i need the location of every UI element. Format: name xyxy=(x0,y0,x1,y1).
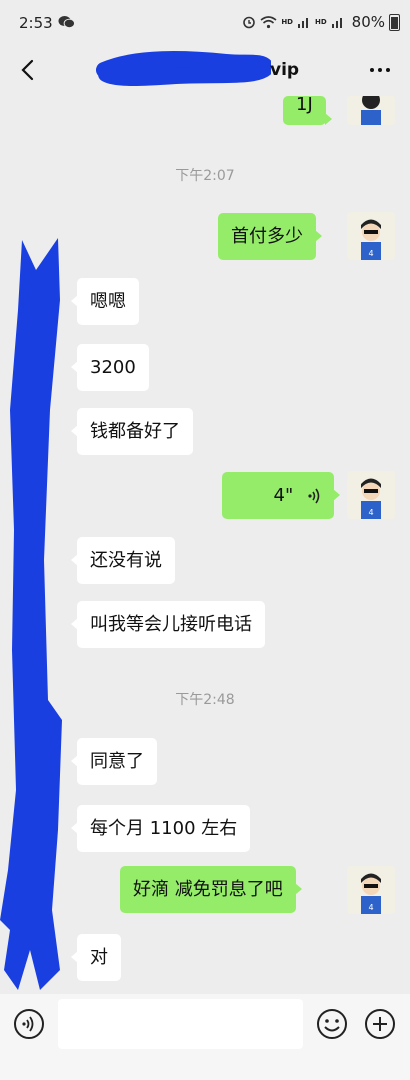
hd-indicator-2: HD xyxy=(314,18,327,26)
wifi-icon xyxy=(260,16,277,29)
svg-text:4: 4 xyxy=(368,249,373,258)
timestamp: 下午2:07 xyxy=(175,168,235,184)
plus-icon[interactable] xyxy=(364,1008,396,1040)
title-redaction xyxy=(96,51,271,86)
chat-title-suffix: vip xyxy=(270,60,300,80)
wechat-notification-icon xyxy=(58,16,75,29)
message-bubble-incoming[interactable]: 3200 xyxy=(71,344,149,391)
signal-icon-2 xyxy=(331,18,342,28)
avatar-self: 4 xyxy=(347,212,395,260)
input-bar xyxy=(0,994,410,1054)
message-bubble-outgoing[interactable]: 首付多少 xyxy=(218,213,322,260)
more-dots-icon[interactable] xyxy=(368,60,392,80)
chevron-left-icon[interactable] xyxy=(16,56,42,84)
message-bubble-incoming[interactable]: 钱都备好了 xyxy=(71,408,193,455)
hd-indicator-1: HD xyxy=(281,18,293,26)
message-bubble-partial[interactable]: 1J xyxy=(283,96,332,125)
voice-toggle-icon[interactable] xyxy=(13,1008,45,1040)
battery-icon xyxy=(389,13,400,31)
battery-percent: 80% xyxy=(351,13,385,31)
message-bubble-incoming[interactable]: 还没有说 xyxy=(71,537,175,584)
message-bubble-incoming[interactable]: 对 xyxy=(71,934,121,981)
message-input[interactable] xyxy=(58,999,303,1049)
message-bubble-incoming[interactable]: 每个月 1100 左右 xyxy=(70,805,251,852)
status-time: 2:53 xyxy=(19,14,53,32)
system-nav-area xyxy=(0,1054,410,1080)
message-bubble-incoming[interactable]: 叫我等会儿接听电话 xyxy=(71,601,265,648)
message-bubble-outgoing[interactable]: 好滴 减免罚息了吧 xyxy=(120,866,302,913)
message-bubble-incoming[interactable]: 同意了 xyxy=(71,738,157,785)
signal-icon-1 xyxy=(297,18,308,28)
voice-wave-icon xyxy=(308,488,320,504)
avatar-self-partial xyxy=(347,96,395,125)
voice-message-outgoing[interactable]: 4" xyxy=(222,472,340,519)
status-bar: 2:53 HD HD 80% xyxy=(0,0,410,46)
message-bubble-incoming[interactable]: 嗯嗯 xyxy=(71,278,139,325)
svg-text:4: 4 xyxy=(368,903,373,912)
svg-text:4: 4 xyxy=(368,508,373,517)
chat-header: vip xyxy=(0,46,410,96)
emoji-icon[interactable] xyxy=(316,1008,348,1040)
avatar-self: 4 xyxy=(347,866,395,914)
avatar-redaction xyxy=(0,238,62,990)
avatar-self: 4 xyxy=(347,471,395,519)
alarm-icon xyxy=(243,16,256,29)
status-right: HD HD 80% xyxy=(242,13,400,31)
